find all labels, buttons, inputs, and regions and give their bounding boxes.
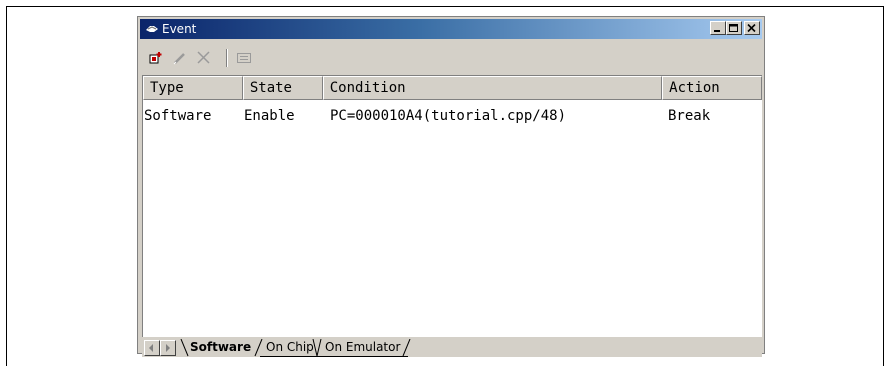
tab-edge xyxy=(312,339,322,357)
window-title: Event xyxy=(162,22,197,36)
document-frame-top xyxy=(6,6,884,7)
column-header-condition[interactable]: Condition xyxy=(322,76,663,100)
list-header: Type State Condition Action xyxy=(143,76,762,100)
add-event-button[interactable] xyxy=(146,49,166,67)
document-frame-left xyxy=(6,6,7,366)
tab-on-emulator[interactable]: On Emulator xyxy=(325,339,400,357)
tab-strip: Software On Chip On Emulator xyxy=(142,339,762,357)
new-event-icon xyxy=(149,52,162,64)
event-list[interactable]: Type State Condition Action Software Ena… xyxy=(142,75,762,337)
tab-software[interactable]: Software xyxy=(190,339,251,357)
delete-x-icon xyxy=(197,51,210,64)
cell-type: Software xyxy=(144,108,212,124)
column-header-type[interactable]: Type xyxy=(143,76,243,100)
close-button[interactable] xyxy=(744,21,760,35)
column-header-state[interactable]: State xyxy=(242,76,323,100)
tab-baseline xyxy=(260,356,408,357)
document-frame-right xyxy=(883,6,884,366)
toolbar xyxy=(142,45,760,71)
tab-edge xyxy=(402,339,411,357)
table-row[interactable]: Software Enable PC=000010A4(tutorial.cpp… xyxy=(143,106,762,126)
tab-scroll-right-button[interactable] xyxy=(160,340,176,356)
column-header-action[interactable]: Action xyxy=(662,76,762,100)
cell-state: Enable xyxy=(244,108,295,124)
delete-event-button[interactable] xyxy=(194,49,214,67)
event-window: Event Type State Condition Action Softwa… xyxy=(137,16,765,357)
properties-button[interactable] xyxy=(234,49,254,67)
tab-scroll-left-button[interactable] xyxy=(144,340,160,356)
maximize-button[interactable] xyxy=(726,21,742,35)
cell-condition: PC=000010A4(tutorial.cpp/48) xyxy=(330,108,567,124)
cell-action: Break xyxy=(668,108,711,124)
toolbar-separator xyxy=(226,49,228,67)
event-icon xyxy=(146,26,158,32)
pencil-icon xyxy=(173,53,185,65)
tab-edge xyxy=(254,339,263,357)
list-icon xyxy=(237,53,251,63)
tab-on-chip[interactable]: On Chip xyxy=(266,339,314,357)
tab-edge xyxy=(180,339,189,357)
edit-event-button[interactable] xyxy=(170,49,190,67)
arrow-right-icon xyxy=(166,344,170,352)
close-icon xyxy=(747,24,756,33)
minimize-icon xyxy=(714,30,720,32)
maximize-icon xyxy=(729,24,738,32)
arrow-left-icon xyxy=(149,344,153,352)
title-bar[interactable]: Event xyxy=(140,19,762,39)
minimize-button[interactable] xyxy=(710,21,726,35)
